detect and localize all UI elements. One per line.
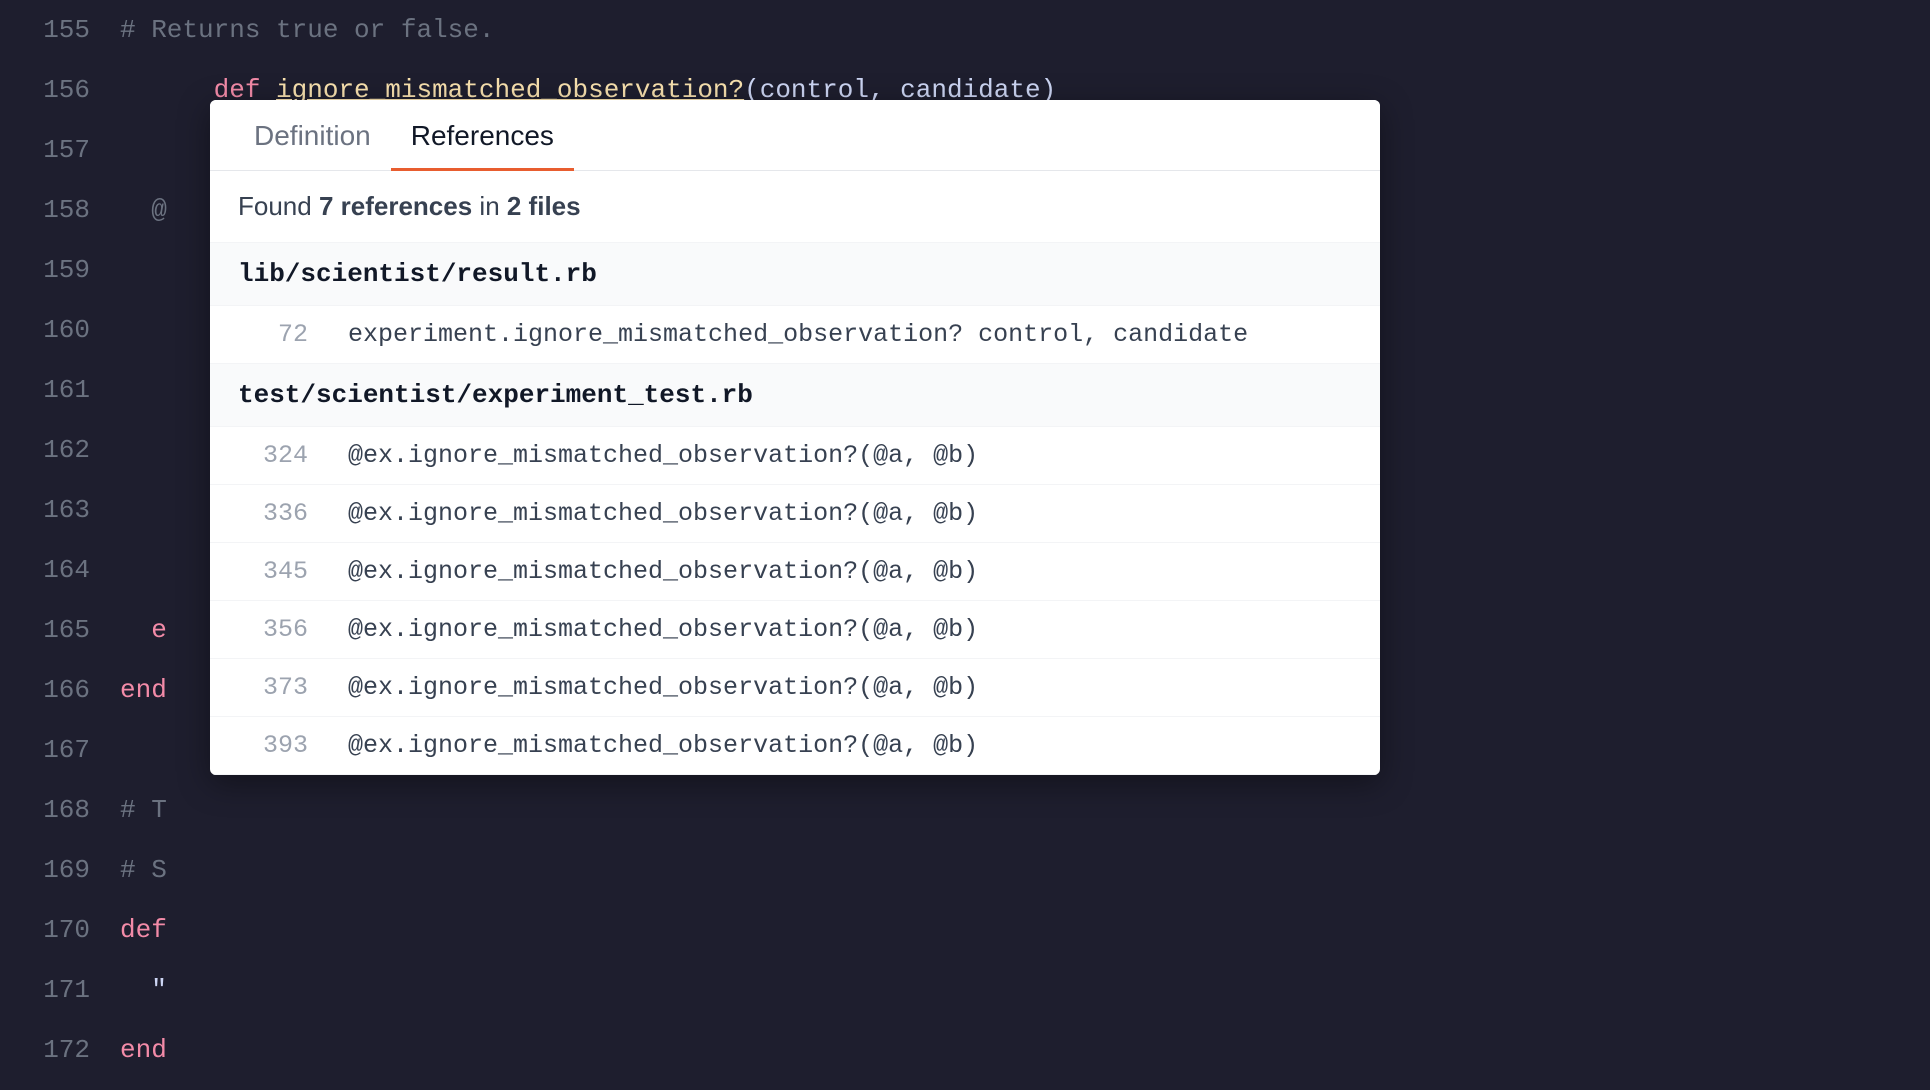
line-number-166: 166 xyxy=(0,660,120,720)
line-number-172: 172 xyxy=(0,1020,120,1080)
line-number-164: 164 xyxy=(0,540,120,600)
line-number-157: 157 xyxy=(0,120,120,180)
reference-row-356[interactable]: 356 @ex.ignore_mismatched_observation?(@… xyxy=(210,600,1380,658)
ref-line-number-373: 373 xyxy=(238,673,308,702)
line-number-170: 170 xyxy=(0,900,120,960)
summary-bold2: 2 files xyxy=(507,191,581,221)
ref-line-number-336: 336 xyxy=(238,499,308,528)
ref-line-number-393: 393 xyxy=(238,731,308,760)
tabs-bar: Definition References xyxy=(210,100,1380,171)
file-header-result: lib/scientist/result.rb xyxy=(210,243,1380,305)
code-line-168: 168 # T xyxy=(0,780,1930,840)
reference-row-393[interactable]: 393 @ex.ignore_mismatched_observation?(@… xyxy=(210,716,1380,774)
tab-references[interactable]: References xyxy=(391,100,574,171)
reference-row-72[interactable]: 72 experiment.ignore_mismatched_observat… xyxy=(210,305,1380,363)
line-number-161: 161 xyxy=(0,360,120,420)
ref-line-number-345: 345 xyxy=(238,557,308,586)
tab-definition[interactable]: Definition xyxy=(234,100,391,171)
references-popup: Definition References Found 7 references… xyxy=(210,100,1380,775)
line-content-158: @ xyxy=(120,180,167,240)
line-number-169: 169 xyxy=(0,840,120,900)
reference-row-373[interactable]: 373 @ex.ignore_mismatched_observation?(@… xyxy=(210,658,1380,716)
code-line-171: 171 " xyxy=(0,960,1930,1020)
code-line-169: 169 # S xyxy=(0,840,1930,900)
ref-code-324: @ex.ignore_mismatched_observation?(@a, @… xyxy=(348,441,978,470)
ref-code-72: experiment.ignore_mismatched_observation… xyxy=(348,320,1248,349)
line-number-156: 156 xyxy=(0,60,120,120)
line-number-165: 165 xyxy=(0,600,120,660)
ref-code-336: @ex.ignore_mismatched_observation?(@a, @… xyxy=(348,499,978,528)
ref-code-345: @ex.ignore_mismatched_observation?(@a, @… xyxy=(348,557,978,586)
ref-code-393: @ex.ignore_mismatched_observation?(@a, @… xyxy=(348,731,978,760)
line-number-162: 162 xyxy=(0,420,120,480)
file-group-result: lib/scientist/result.rb 72 experiment.ig… xyxy=(210,243,1380,364)
summary-bold1: 7 references xyxy=(319,191,472,221)
summary-prefix: Found xyxy=(238,191,319,221)
line-number-159: 159 xyxy=(0,240,120,300)
ref-code-373: @ex.ignore_mismatched_observation?(@a, @… xyxy=(348,673,978,702)
code-line-172: 172 end xyxy=(0,1020,1930,1080)
ref-code-356: @ex.ignore_mismatched_observation?(@a, @… xyxy=(348,615,978,644)
ref-line-number-72: 72 xyxy=(238,320,308,349)
reference-row-336[interactable]: 336 @ex.ignore_mismatched_observation?(@… xyxy=(210,484,1380,542)
code-line-170: 170 def xyxy=(0,900,1930,960)
file-header-test: test/scientist/experiment_test.rb xyxy=(210,364,1380,426)
line-number-158: 158 xyxy=(0,180,120,240)
line-number-160: 160 xyxy=(0,300,120,360)
line-number-171: 171 xyxy=(0,960,120,1020)
ref-line-number-356: 356 xyxy=(238,615,308,644)
line-number-163: 163 xyxy=(0,480,120,540)
reference-row-345[interactable]: 345 @ex.ignore_mismatched_observation?(@… xyxy=(210,542,1380,600)
line-number-167: 167 xyxy=(0,720,120,780)
references-summary: Found 7 references in 2 files xyxy=(210,171,1380,243)
line-number-168: 168 xyxy=(0,780,120,840)
file-group-test: test/scientist/experiment_test.rb 324 @e… xyxy=(210,364,1380,775)
reference-row-324[interactable]: 324 @ex.ignore_mismatched_observation?(@… xyxy=(210,426,1380,484)
line-number-155: 155 xyxy=(0,0,120,60)
ref-line-number-324: 324 xyxy=(238,441,308,470)
summary-middle: in xyxy=(472,191,507,221)
